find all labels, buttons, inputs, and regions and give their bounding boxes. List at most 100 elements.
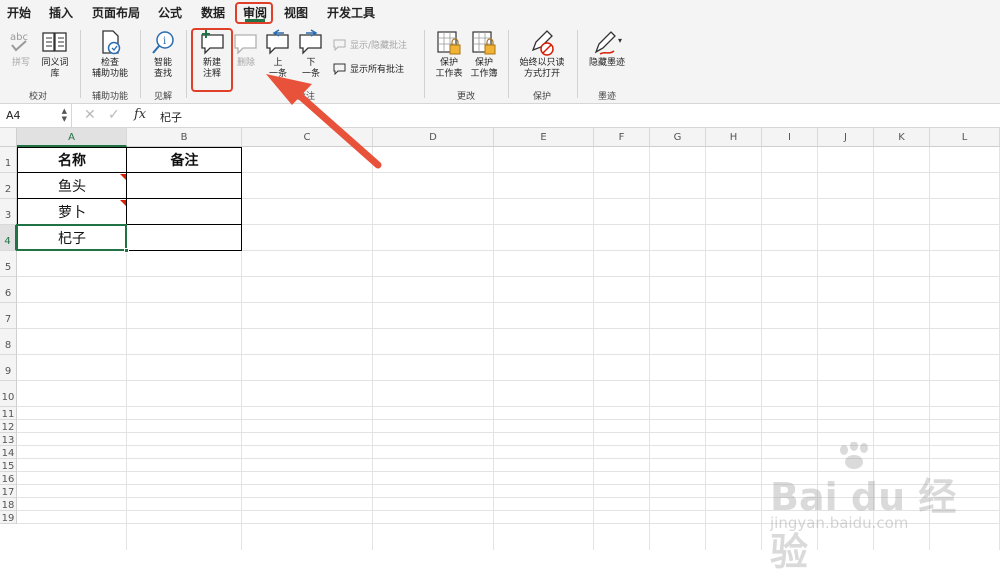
group-label-comments: 批注: [296, 92, 316, 102]
gridline: [649, 147, 650, 550]
tab-home[interactable]: 开始: [7, 4, 31, 21]
gridline: [372, 147, 373, 550]
row-header-7[interactable]: 7: [0, 303, 17, 329]
row-header-17[interactable]: 17: [0, 485, 17, 498]
svg-text:i: i: [163, 36, 166, 47]
column-header-a[interactable]: A: [17, 128, 127, 147]
table-border: [17, 172, 242, 173]
delete-comment-button[interactable]: 删除: [232, 28, 260, 69]
protect-workbook-button[interactable]: 保护 工作簿: [467, 28, 501, 80]
gridline: [17, 380, 1000, 381]
separator: [424, 30, 425, 98]
row-header-2[interactable]: 2: [0, 173, 17, 199]
name-box-spinner-icon[interactable]: ▲ ▼: [62, 107, 67, 123]
row-header-12[interactable]: 12: [0, 420, 17, 433]
chevron-down-icon[interactable]: ▾: [618, 36, 622, 45]
gridline: [17, 328, 1000, 329]
smart-lookup-button[interactable]: i 智能 查找: [148, 28, 178, 80]
new-comment-button[interactable]: 新建 注释: [195, 28, 229, 80]
tab-view[interactable]: 视图: [284, 4, 308, 21]
check-accessibility-button[interactable]: 检查 辅助功能: [88, 28, 132, 80]
select-all-corner[interactable]: [0, 128, 17, 147]
column-header-e[interactable]: E: [494, 128, 594, 147]
previous-comment-button[interactable]: 上 一条: [263, 28, 293, 80]
tab-insert[interactable]: 插入: [49, 4, 73, 21]
row-header-4[interactable]: 4: [0, 225, 17, 251]
row-header-15[interactable]: 15: [0, 459, 17, 472]
readonly-pencil-icon: [531, 30, 554, 56]
formula-input[interactable]: 杞子: [160, 109, 182, 125]
gridline: [17, 510, 1000, 511]
gridline: [929, 147, 930, 550]
show-hide-comment-button[interactable]: 显示/隐藏批注: [333, 38, 407, 51]
name-box[interactable]: A4 ▲ ▼: [0, 104, 72, 128]
cell-a3[interactable]: 萝卜: [17, 199, 127, 225]
row-header-18[interactable]: 18: [0, 498, 17, 511]
row-header-19[interactable]: 19: [0, 511, 17, 524]
gridline: [17, 458, 1000, 459]
row-header-13[interactable]: 13: [0, 433, 17, 446]
comment-indicator[interactable]: [120, 200, 126, 206]
row-header-8[interactable]: 8: [0, 329, 17, 355]
cancel-icon[interactable]: ✕: [84, 107, 96, 123]
ribbon: abc 拼写 同义词 库 校对 检查 辅助功能 辅助功能 i 智能 查找 见解: [0, 24, 1000, 104]
spelling-button[interactable]: abc 拼写: [6, 28, 36, 69]
spreadsheet-grid[interactable]: A B C D E F G H I J K L 1 2 3 4 5 6 7 8 9 10 11 12 13 14 15 16 17 18 1…: [0, 128, 1000, 550]
delete-comment-icon: [234, 34, 257, 55]
row-header-16[interactable]: 16: [0, 472, 17, 485]
cell-a1[interactable]: 名称: [17, 147, 127, 173]
confirm-icon[interactable]: ✓: [108, 107, 120, 123]
gridline: [17, 523, 1000, 524]
fill-handle[interactable]: [124, 248, 129, 253]
row-header-5[interactable]: 5: [0, 251, 17, 277]
group-label-ink: 墨迹: [597, 92, 617, 102]
column-header-g[interactable]: G: [650, 128, 706, 147]
show-all-comments-button[interactable]: 显示所有批注: [333, 62, 404, 75]
group-label-insights: 见解: [153, 92, 173, 102]
next-comment-button[interactable]: 下 一条: [296, 28, 326, 80]
column-header-j[interactable]: J: [818, 128, 874, 147]
separator: [140, 30, 141, 98]
column-header-h[interactable]: H: [706, 128, 762, 147]
gridline: [17, 276, 1000, 277]
separator: [186, 30, 187, 98]
row-header-3[interactable]: 3: [0, 199, 17, 225]
gridline: [873, 147, 874, 550]
column-header-d[interactable]: D: [373, 128, 494, 147]
column-header-b[interactable]: B: [127, 128, 242, 147]
always-open-readonly-button[interactable]: 始终以只读 方式打开: [516, 28, 568, 80]
column-header-f[interactable]: F: [594, 128, 650, 147]
comment-indicator[interactable]: [120, 174, 126, 180]
cell-b1[interactable]: 备注: [127, 147, 242, 173]
cell-a2[interactable]: 鱼头: [17, 173, 127, 199]
column-header-i[interactable]: I: [762, 128, 818, 147]
gridline: [17, 445, 1000, 446]
formula-bar: A4 ▲ ▼ ✕ ✓ fx 杞子: [0, 104, 1000, 128]
tab-data[interactable]: 数据: [201, 4, 225, 21]
hide-ink-button[interactable]: 隐藏墨迹: [585, 28, 629, 69]
column-header-k[interactable]: K: [874, 128, 930, 147]
column-header-c[interactable]: C: [242, 128, 373, 147]
row-header-11[interactable]: 11: [0, 407, 17, 420]
gridline: [705, 147, 706, 550]
row-header-6[interactable]: 6: [0, 277, 17, 303]
function-icon[interactable]: fx: [134, 107, 146, 122]
thesaurus-button[interactable]: 同义词 库: [37, 28, 73, 80]
cell-b4[interactable]: [127, 225, 242, 251]
tab-developer[interactable]: 开发工具: [327, 4, 375, 21]
next-comment-icon: [299, 29, 322, 55]
tab-page-layout[interactable]: 页面布局: [92, 4, 140, 21]
cell-b3[interactable]: [127, 199, 242, 225]
column-header-l[interactable]: L: [930, 128, 1000, 147]
cell-b2[interactable]: [127, 173, 242, 199]
row-header-14[interactable]: 14: [0, 446, 17, 459]
row-header-1[interactable]: 1: [0, 147, 17, 173]
gridline: [17, 432, 1000, 433]
row-header-9[interactable]: 9: [0, 355, 17, 381]
row-header-10[interactable]: 10: [0, 381, 17, 407]
cell-a4[interactable]: 杞子: [17, 225, 127, 251]
tab-formulas[interactable]: 公式: [158, 4, 182, 21]
protect-sheet-button[interactable]: 保护 工作表: [432, 28, 466, 80]
gridline: [761, 147, 762, 550]
spelling-icon: abc: [10, 32, 28, 52]
